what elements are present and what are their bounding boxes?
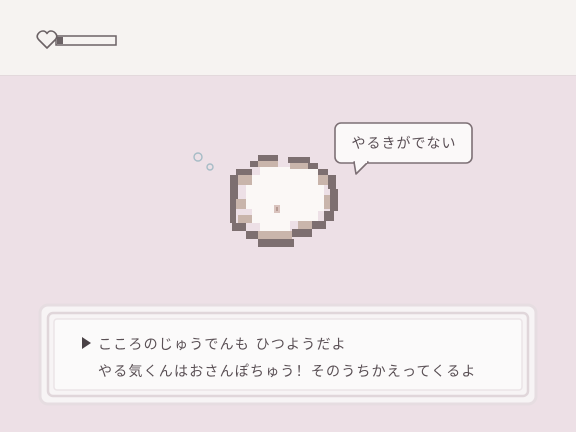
heart-meter	[36, 30, 117, 49]
heart-outline-icon	[36, 30, 58, 49]
speech-text: やるきがでない	[351, 136, 457, 152]
dialog-line-1: こころのじゅうでんも ひつようだよ	[98, 337, 347, 353]
thought-bubbles	[193, 152, 214, 171]
energy-gauge-fill	[57, 37, 63, 44]
dialog-line-2: やる気くんはおさんぽちゅう！そのうちかえってくるよ	[98, 364, 477, 380]
game-screen: やるきがでない こころのじゅうでんも ひつようだよ やる気くんはおさんぽちゅう！…	[0, 0, 576, 432]
dialog-frame	[38, 303, 538, 406]
status-bar	[0, 0, 576, 76]
energy-gauge-track	[55, 35, 117, 46]
play-arrow-icon	[82, 337, 91, 349]
dialog-box[interactable]: こころのじゅうでんも ひつようだよ やる気くんはおさんぽちゅう！そのうちかえって…	[38, 303, 538, 406]
pet-character	[230, 155, 338, 247]
